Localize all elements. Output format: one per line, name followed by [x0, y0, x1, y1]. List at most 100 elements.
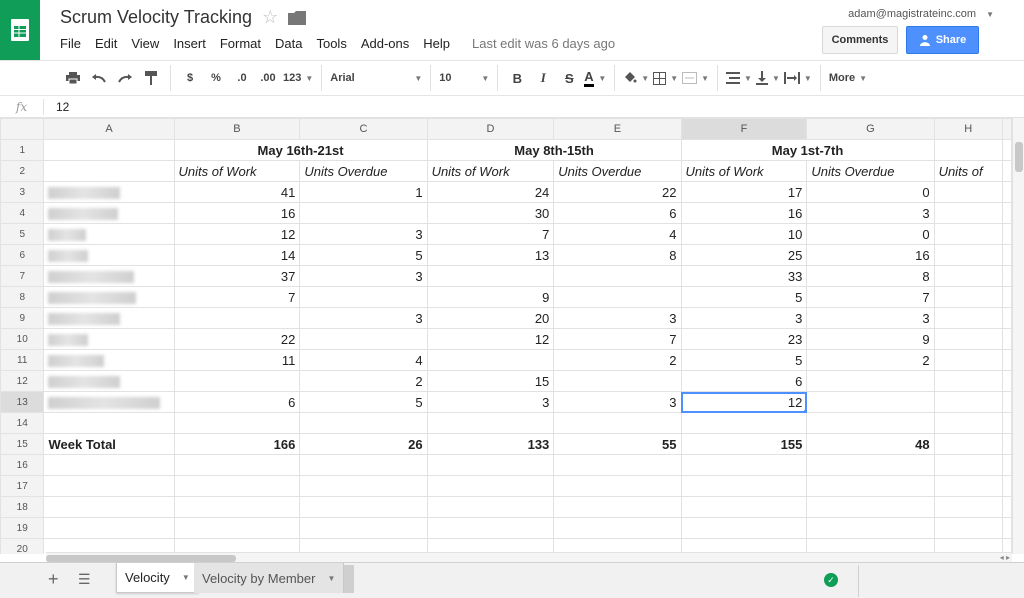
horizontal-scroll-arrows[interactable]: ◂ ▸	[1000, 553, 1010, 562]
cell-overflow[interactable]	[1002, 391, 1012, 413]
cell-a16[interactable]	[43, 454, 175, 476]
cell-a4[interactable]	[43, 202, 175, 224]
vertical-scroll-thumb[interactable]	[1015, 142, 1023, 172]
cell-a1[interactable]	[43, 139, 175, 161]
cell-f1[interactable]: May 1st-7th	[680, 139, 935, 161]
cell-d13[interactable]: 3	[426, 391, 555, 413]
cell-f2[interactable]: Units of Work	[680, 160, 808, 182]
cell-c2[interactable]: Units Overdue	[299, 160, 428, 182]
cell-g16[interactable]	[806, 454, 935, 476]
cell-b7[interactable]: 37	[173, 265, 301, 287]
cell-a11[interactable]	[43, 349, 175, 371]
cell-f16[interactable]	[680, 454, 808, 476]
cell-h5[interactable]	[933, 223, 1004, 245]
text-color-dropdown[interactable]: A ▼	[584, 65, 606, 91]
cell-a15[interactable]: Week Total	[43, 433, 175, 455]
column-header-g[interactable]: G	[806, 118, 935, 140]
merge-cells-dropdown[interactable]: ▼	[682, 65, 709, 91]
cell-d19[interactable]	[426, 517, 555, 539]
cell-overflow[interactable]	[1002, 244, 1012, 266]
cell-a12[interactable]	[43, 370, 175, 392]
cell-e18[interactable]	[553, 496, 682, 518]
cell-b16[interactable]	[173, 454, 301, 476]
cell-f6[interactable]: 25	[680, 244, 808, 266]
star-icon[interactable]: ☆	[262, 7, 278, 28]
row-header[interactable]: 18	[0, 496, 45, 518]
cell-b5[interactable]: 12	[173, 223, 301, 245]
cell-g10[interactable]: 9	[806, 328, 935, 350]
cell-g4[interactable]: 3	[806, 202, 935, 224]
column-header-b[interactable]: B	[173, 118, 301, 140]
cell-g3[interactable]: 0	[806, 181, 935, 203]
select-all-corner[interactable]	[0, 118, 45, 140]
cell-overflow[interactable]	[1002, 286, 1012, 308]
cell-e2[interactable]: Units Overdue	[553, 160, 682, 182]
cell-e10[interactable]: 7	[553, 328, 682, 350]
cell-e17[interactable]	[553, 475, 682, 497]
cell-h17[interactable]	[933, 475, 1004, 497]
fill-color-dropdown[interactable]: ▼	[623, 65, 649, 91]
cell-f15[interactable]: 155	[680, 433, 808, 455]
cell-b10[interactable]: 22	[173, 328, 301, 350]
cell-a7[interactable]	[43, 265, 175, 287]
cell-b11[interactable]: 11	[173, 349, 301, 371]
cell-h6[interactable]	[933, 244, 1004, 266]
tab-scroll-handle[interactable]	[344, 565, 354, 593]
cell-overflow[interactable]	[1002, 160, 1012, 182]
cell-d16[interactable]	[426, 454, 555, 476]
font-size-dropdown[interactable]: 10 ▼	[439, 65, 489, 91]
cell-c6[interactable]: 5	[299, 244, 428, 266]
cell-f19[interactable]	[680, 517, 808, 539]
comments-button[interactable]: Comments	[822, 26, 898, 54]
cell-g6[interactable]: 16	[806, 244, 935, 266]
menu-edit[interactable]: Edit	[95, 36, 117, 51]
row-header[interactable]: 19	[0, 517, 45, 539]
row-header[interactable]: 15	[0, 433, 45, 455]
cell-e11[interactable]: 2	[553, 349, 682, 371]
cell-f5[interactable]: 10	[680, 223, 808, 245]
cell-d15[interactable]: 133	[426, 433, 555, 455]
cell-d4[interactable]: 30	[426, 202, 555, 224]
document-title[interactable]: Scrum Velocity Tracking	[60, 7, 252, 28]
sheet-tab-velocity[interactable]: Velocity ▼	[116, 563, 199, 593]
cell-b17[interactable]	[173, 475, 301, 497]
cell-f17[interactable]	[680, 475, 808, 497]
cell-h8[interactable]	[933, 286, 1004, 308]
cell-e4[interactable]: 6	[553, 202, 682, 224]
cell-b12[interactable]	[173, 370, 301, 392]
cell-h16[interactable]	[933, 454, 1004, 476]
percent-format-button[interactable]: %	[205, 65, 227, 91]
cell-e8[interactable]	[553, 286, 682, 308]
sheet-tab-velocity-by-member[interactable]: Velocity by Member ▼	[194, 563, 345, 593]
cell-f12[interactable]: 6	[680, 370, 808, 392]
row-header[interactable]: 12	[0, 370, 45, 392]
menu-addons[interactable]: Add-ons	[361, 36, 409, 51]
cell-overflow[interactable]	[1002, 307, 1012, 329]
cell-d14[interactable]	[426, 412, 555, 434]
cell-overflow[interactable]	[1002, 412, 1012, 434]
cell-a9[interactable]	[43, 307, 175, 329]
cell-f3[interactable]: 17	[680, 181, 808, 203]
cell-f7[interactable]: 33	[680, 265, 808, 287]
chevron-down-icon[interactable]: ▼	[182, 573, 190, 582]
cell-c14[interactable]	[299, 412, 428, 434]
cell-g13[interactable]	[806, 391, 935, 413]
cell-h14[interactable]	[933, 412, 1004, 434]
cell-b15[interactable]: 166	[173, 433, 301, 455]
cell-f4[interactable]: 16	[680, 202, 808, 224]
cell-f9[interactable]: 3	[680, 307, 808, 329]
cell-d1[interactable]: May 8th-15th	[426, 139, 682, 161]
cell-e15[interactable]: 55	[553, 433, 682, 455]
cell-g7[interactable]: 8	[806, 265, 935, 287]
text-wrapping-dropdown[interactable]: ▼	[783, 65, 812, 91]
cell-c19[interactable]	[299, 517, 428, 539]
decrease-decimals-button[interactable]: .0	[231, 65, 253, 91]
vertical-align-dropdown[interactable]: ▼	[755, 65, 780, 91]
cell-b3[interactable]: 41	[173, 181, 301, 203]
more-formats-dropdown[interactable]: 123 ▼	[283, 65, 313, 91]
cell-overflow[interactable]	[1002, 202, 1012, 224]
cell-d6[interactable]: 13	[426, 244, 555, 266]
cell-a18[interactable]	[43, 496, 175, 518]
column-header-d[interactable]: D	[426, 118, 555, 140]
cell-h2[interactable]: Units of	[933, 160, 1004, 182]
